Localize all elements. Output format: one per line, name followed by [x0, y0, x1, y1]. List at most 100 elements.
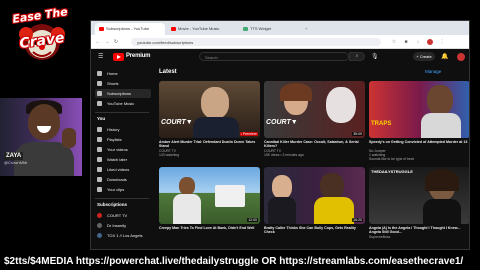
webcam-handle: @CrownMMr: [4, 160, 28, 165]
thumbnail-shirt: [421, 113, 461, 138]
video-title[interactable]: Bratty Caller Thinks She Can Bully Cops,…: [264, 226, 365, 235]
download-icon[interactable]: ↓: [415, 39, 421, 45]
sidebar-item-home[interactable]: Home: [95, 69, 151, 78]
sidebar-subscriptions-header: Subscriptions: [97, 202, 128, 207]
youtube-logo-icon[interactable]: [113, 53, 124, 61]
bookmark-icon[interactable]: ☆: [391, 39, 397, 45]
thumbnail-face: [427, 85, 453, 115]
video-meta: 143 watching: [159, 153, 179, 157]
sidebar-item-playlists[interactable]: Playlists: [95, 135, 151, 144]
video-thumbnail[interactable]: THEDAILYSTRUGGLE: [369, 167, 469, 224]
subscriptions-feed: Latest Manage COURT▼ • Premiere Amber Al…: [155, 65, 469, 249]
notifications-icon[interactable]: 🔔: [441, 53, 448, 61]
sidebar-item-your-videos[interactable]: Your videos: [95, 145, 151, 154]
thumbnail-mask: [326, 87, 356, 123]
new-tab-icon[interactable]: +: [301, 23, 309, 35]
channel-avatar-icon: [97, 213, 102, 218]
video-card[interactable]: TRAPS Speedy's on Getting Convicted of A…: [369, 81, 469, 161]
sidebar-sub-channel[interactable]: Dr Insanity: [95, 221, 151, 230]
search-input[interactable]: Search: [199, 52, 349, 61]
channel-avatar-icon: [97, 223, 102, 228]
section-heading: Latest: [159, 69, 177, 75]
sidebar-item-downloads[interactable]: Downloads: [95, 175, 151, 184]
tab-bar: Subscriptions - YouTube Movie - YouTube …: [91, 21, 469, 35]
sidebar-item-clips[interactable]: Your clips: [95, 185, 151, 194]
sidebar-item-subscriptions[interactable]: Subscriptions: [95, 89, 151, 98]
your-videos-icon: [97, 147, 102, 152]
video-meta: 15K views • 3 minutes ago: [264, 153, 304, 157]
reload-icon[interactable]: ↻: [113, 39, 119, 45]
sidebar-item-shorts[interactable]: Shorts: [95, 79, 151, 88]
sidebar-item-watch-later[interactable]: Watch later: [95, 155, 151, 164]
thumbnail-hair: [280, 83, 312, 101]
video-thumbnail[interactable]: 16:20: [264, 167, 365, 224]
thumbnail-face: [272, 175, 292, 199]
video-card[interactable]: COURT▼ 35:09 Cannibal Killer Murder Case…: [264, 81, 365, 157]
home-icon: [97, 71, 102, 76]
browser-menu-icon[interactable]: ⋮: [439, 39, 445, 45]
court-tv-badge: COURT▼: [266, 119, 298, 126]
forward-icon[interactable]: →: [104, 39, 110, 45]
video-title[interactable]: Cannibal Killer Murder Case: Occult, Sat…: [264, 140, 365, 149]
premiere-badge: • Premiere: [239, 132, 258, 136]
thumbnail-hair: [425, 169, 459, 191]
account-avatar[interactable]: [457, 53, 465, 61]
video-title[interactable]: Angela (A) Is the Angela I Thought I Tho…: [369, 226, 469, 235]
channel-name[interactable]: SupremeBoss: [369, 235, 469, 239]
sidebar-item-liked[interactable]: Liked videos: [95, 165, 151, 174]
microphone-icon[interactable]: 🎙: [371, 53, 379, 61]
stream-canvas: Ease The Crave ZAYA @CrownMMr Subscripti…: [0, 0, 480, 270]
thumbnail-shirt: [173, 194, 201, 224]
video-thumbnail[interactable]: COURT▼ 35:09: [264, 81, 365, 138]
video-thumbnail[interactable]: 12:00: [159, 167, 260, 224]
video-thumbnail[interactable]: TRAPS: [369, 81, 469, 138]
sidebar-you-header[interactable]: You: [97, 116, 105, 121]
video-title[interactable]: Creepy Man Tries To Find Love At Bank, D…: [159, 226, 260, 230]
create-button[interactable]: + Create: [413, 52, 435, 61]
music-icon: [97, 101, 102, 106]
sidebar-divider: [95, 198, 149, 199]
manage-link[interactable]: Manage: [425, 69, 441, 74]
video-title[interactable]: Amber Alert Murder Trial: Defendant Dust…: [159, 140, 260, 149]
browser-tab-music[interactable]: Movie - YouTube Music: [167, 23, 237, 35]
channel-avatar-icon: [97, 233, 102, 238]
court-tv-badge: COURT▼: [161, 119, 193, 126]
video-duration: 35:09: [352, 132, 363, 136]
video-card[interactable]: THEDAILYSTRUGGLE Angela (A) Is the Angel…: [369, 167, 469, 239]
video-title[interactable]: Speedy's on Getting Convicted of Attempt…: [369, 140, 469, 144]
sidebar-item-music[interactable]: YouTube Music: [95, 99, 151, 108]
sidebar-item-history[interactable]: History: [95, 125, 151, 134]
youtube-brand: Premium: [126, 53, 151, 59]
sidebar-sub-channel[interactable]: TOX 1 // Los Angels: [95, 231, 151, 240]
thumbnail-caption: TRAPS: [371, 121, 392, 127]
back-icon[interactable]: ←: [95, 39, 101, 45]
stream-logo: Ease The Crave: [2, 4, 82, 74]
video-duration: 12:00: [247, 218, 258, 222]
thumbnail-shirt: [423, 199, 461, 224]
youtube-favicon-icon: [99, 26, 104, 31]
chat-overlay-text: Sounds like to be type of beat: [369, 157, 414, 161]
address-input[interactable]: youtube.com/feed/subscriptions: [131, 38, 381, 46]
browser-window: Subscriptions - YouTube Movie - YouTube …: [90, 20, 470, 250]
video-card[interactable]: 12:00 Creepy Man Tries To Find Love At B…: [159, 167, 260, 230]
thumbnail-face: [201, 87, 229, 119]
history-icon: [97, 127, 102, 132]
extensions-icon[interactable]: ■: [403, 39, 409, 45]
video-card[interactable]: COURT▼ • Premiere Amber Alert Murder Tri…: [159, 81, 260, 157]
profile-icon[interactable]: [427, 39, 433, 45]
thumbnail-face: [320, 173, 344, 199]
browser-tab-tts[interactable]: TTS Widget: [239, 23, 299, 35]
search-icon[interactable]: ⌕: [349, 52, 365, 61]
sidebar-sub-channel[interactable]: COURT TV: [95, 211, 151, 220]
hamburger-menu-icon[interactable]: ☰: [98, 53, 103, 61]
video-duration: 16:20: [352, 218, 363, 222]
liked-icon: [97, 167, 102, 172]
video-card[interactable]: 16:20 Bratty Caller Thinks She Can Bully…: [264, 167, 365, 234]
thumbnail-suit: [193, 117, 239, 138]
browser-tab-subscriptions[interactable]: Subscriptions - YouTube: [95, 23, 165, 35]
clips-icon: [97, 187, 102, 192]
thumbnail-face: [179, 177, 195, 195]
video-thumbnail[interactable]: COURT▼ • Premiere: [159, 81, 260, 138]
thumbnail-shirt: [314, 197, 354, 224]
thumbnail-uniform: [268, 197, 296, 224]
